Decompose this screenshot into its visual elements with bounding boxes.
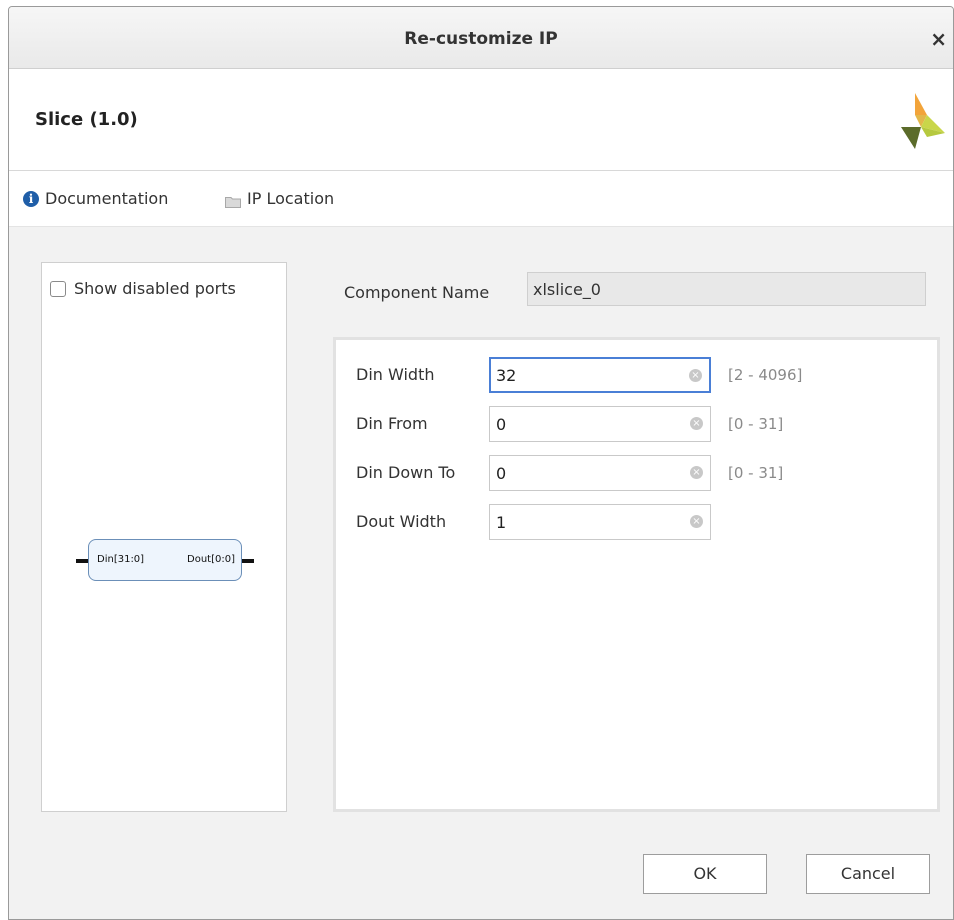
re-customize-ip-dialog: Re-customize IP × Slice (1.0) i Document… [8,6,954,920]
show-disabled-ports-checkbox[interactable]: Show disabled ports [50,279,236,298]
link-bar: i Documentation IP Location [9,171,953,227]
param-range: [0 - 31] [728,464,784,482]
checkbox-box[interactable] [50,280,66,297]
clear-icon[interactable]: × [689,369,702,382]
input-pin [76,559,88,563]
param-label: Din Width [356,365,435,384]
documentation-link[interactable]: i Documentation [23,189,168,208]
clear-icon[interactable]: × [690,515,703,528]
close-icon[interactable]: × [930,27,947,51]
param-row-din-width: Din Width 32 × [2 - 4096] [356,357,916,393]
param-label: Din From [356,414,428,433]
param-value: 0 [496,415,507,434]
output-port-label: Dout[0:0] [187,554,235,565]
ip-block-symbol: Din[31:0] Dout[0:0] [76,539,254,581]
param-value: 1 [496,513,507,532]
parameters-panel: Din Width 32 × [2 - 4096] Din From 0 × [… [333,337,940,812]
documentation-label: Documentation [45,189,169,208]
din-down-to-input[interactable]: 0 × [489,455,711,491]
xilinx-logo-icon [901,93,945,149]
param-row-din-down-to: Din Down To 0 × [0 - 31] [356,455,916,491]
cancel-button[interactable]: Cancel [806,854,930,894]
param-value: 0 [496,464,507,483]
ip-header: Slice (1.0) [9,69,953,171]
ip-location-label: IP Location [247,189,335,208]
din-width-input[interactable]: 32 × [489,357,711,393]
input-port-label: Din[31:0] [97,554,145,565]
param-row-dout-width: Dout Width 1 × [356,504,916,540]
window-title: Re-customize IP [404,29,558,49]
din-from-input[interactable]: 0 × [489,406,711,442]
ip-location-link[interactable]: IP Location [225,189,334,208]
title-bar[interactable]: Re-customize IP × [9,7,953,69]
param-row-din-from: Din From 0 × [0 - 31] [356,406,916,442]
ok-button[interactable]: OK [643,854,767,894]
folder-icon [225,193,241,208]
clear-icon[interactable]: × [690,417,703,430]
param-value: 32 [496,366,517,385]
clear-icon[interactable]: × [690,466,703,479]
param-range: [2 - 4096] [728,366,803,384]
output-pin [242,559,254,563]
component-name-label: Component Name [344,283,490,302]
param-label: Din Down To [356,463,456,482]
ip-symbol-panel: Show disabled ports Din[31:0] Dout[0:0] [41,262,287,812]
info-icon: i [23,190,39,207]
param-range: [0 - 31] [728,415,784,433]
ip-title: Slice (1.0) [35,109,138,130]
param-label: Dout Width [356,512,447,531]
component-name-field[interactable]: xlslice_0 [527,272,926,306]
show-disabled-ports-label: Show disabled ports [74,279,236,298]
dout-width-input[interactable]: 1 × [489,504,711,540]
